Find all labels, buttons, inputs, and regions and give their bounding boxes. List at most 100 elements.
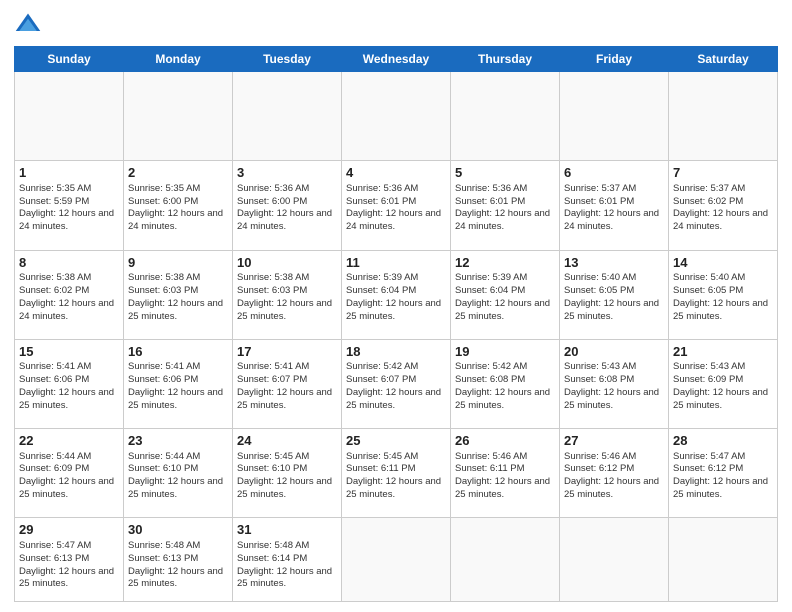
cell-content: 25Sunrise: 5:45 AMSunset: 6:11 PMDayligh… — [346, 432, 446, 502]
cell-content: 24Sunrise: 5:45 AMSunset: 6:10 PMDayligh… — [237, 432, 337, 502]
cell-content: 9Sunrise: 5:38 AMSunset: 6:03 PMDaylight… — [128, 254, 228, 324]
table-row: 28Sunrise: 5:47 AMSunset: 6:12 PMDayligh… — [669, 429, 778, 518]
daylight-text: Daylight: 12 hours and 25 minutes. — [564, 298, 659, 322]
table-row: 24Sunrise: 5:45 AMSunset: 6:10 PMDayligh… — [233, 429, 342, 518]
daylight-text: Daylight: 12 hours and 24 minutes. — [673, 208, 768, 232]
table-row: 11Sunrise: 5:39 AMSunset: 6:04 PMDayligh… — [342, 250, 451, 339]
day-number: 26 — [455, 432, 555, 450]
col-thursday: Thursday — [451, 47, 560, 72]
daylight-text: Daylight: 12 hours and 25 minutes. — [19, 387, 114, 411]
day-number: 3 — [237, 164, 337, 182]
daylight-text: Daylight: 12 hours and 25 minutes. — [237, 476, 332, 500]
daylight-text: Daylight: 12 hours and 25 minutes. — [346, 476, 441, 500]
table-row: 19Sunrise: 5:42 AM Sunset: 6:08 PM Dayligh… — [451, 339, 560, 428]
table-row: 21Sunrise: 5:43 AMSunset: 6:09 PMDayligh… — [669, 339, 778, 428]
sunset-text: Sunset: 6:03 PM — [237, 285, 307, 296]
col-wednesday: Wednesday — [342, 47, 451, 72]
cell-content: 4Sunrise: 5:36 AMSunset: 6:01 PMDaylight… — [346, 164, 446, 234]
sunrise-text: Sunrise: 5:39 AM — [455, 272, 527, 283]
cell-content: 28Sunrise: 5:47 AMSunset: 6:12 PMDayligh… — [673, 432, 773, 502]
table-row: 27Sunrise: 5:46 AMSunset: 6:12 PMDayligh… — [560, 429, 669, 518]
logo — [14, 10, 46, 38]
sunrise-text: Sunrise: 5:41 AM — [19, 361, 91, 372]
page: Sunday Monday Tuesday Wednesday Thursday… — [0, 0, 792, 612]
sunrise-text: Sunrise: 5:39 AM — [346, 272, 418, 283]
cell-content: 23Sunrise: 5:44 AMSunset: 6:10 PMDayligh… — [128, 432, 228, 502]
sunset-text: Sunset: 6:08 PM — [455, 374, 525, 385]
cell-content: 11Sunrise: 5:39 AMSunset: 6:04 PMDayligh… — [346, 254, 446, 324]
sunrise-text: Sunrise: 5:36 AM — [455, 183, 527, 194]
cell-content: 8Sunrise: 5:38 AMSunset: 6:02 PMDaylight… — [19, 254, 119, 324]
table-row: 20Sunrise: 5:43 AMSunset: 6:08 PMDayligh… — [560, 339, 669, 428]
sunrise-text: Sunrise: 5:43 AM — [673, 361, 745, 372]
daylight-text: Daylight: 12 hours and 25 minutes. — [19, 566, 114, 590]
daylight-text: Daylight: 12 hours and 25 minutes. — [346, 387, 441, 411]
daylight-text: Daylight: 12 hours and 25 minutes. — [237, 387, 332, 411]
day-number: 21 — [673, 343, 773, 361]
logo-icon — [14, 10, 42, 38]
col-monday: Monday — [124, 47, 233, 72]
cell-content: 27Sunrise: 5:46 AMSunset: 6:12 PMDayligh… — [564, 432, 664, 502]
sunrise-text: Sunrise: 5:38 AM — [19, 272, 91, 283]
sunrise-text: Sunrise: 5:47 AM — [19, 540, 91, 551]
table-row: 9Sunrise: 5:38 AMSunset: 6:03 PMDaylight… — [124, 250, 233, 339]
daylight-text: Daylight: 12 hours and 24 minutes. — [455, 208, 550, 232]
table-row — [560, 518, 669, 602]
day-number: 28 — [673, 432, 773, 450]
table-row: 8Sunrise: 5:38 AMSunset: 6:02 PMDaylight… — [15, 250, 124, 339]
sunrise-text: Sunrise: 5:48 AM — [237, 540, 309, 551]
sunrise-text: Sunrise: 5:45 AM — [346, 451, 418, 462]
calendar-week-row: 15Sunrise: 5:41 AMSunset: 6:06 PMDayligh… — [15, 339, 778, 428]
sunrise-text: Sunrise: 5:41 AM — [128, 361, 200, 372]
day-number: 4 — [346, 164, 446, 182]
sunrise-text: Sunrise: 5:36 AM — [237, 183, 309, 194]
cell-content: 29Sunrise: 5:47 AMSunset: 6:13 PMDayligh… — [19, 521, 119, 591]
sunset-text: Sunset: 6:08 PM — [564, 374, 634, 385]
sunrise-text: Sunrise: 5:48 AM — [128, 540, 200, 551]
table-row: 3Sunrise: 5:36 AMSunset: 6:00 PMDaylight… — [233, 161, 342, 250]
daylight-text: Daylight: 12 hours and 25 minutes. — [455, 476, 550, 500]
table-row: 18Sunrise: 5:42 AMSunset: 6:07 PMDayligh… — [342, 339, 451, 428]
table-row — [669, 72, 778, 161]
day-number: 19 — [455, 343, 555, 361]
day-number: 8 — [19, 254, 119, 272]
day-number: 16 — [128, 343, 228, 361]
table-row: 16Sunrise: 5:41 AMSunset: 6:06 PMDayligh… — [124, 339, 233, 428]
calendar-header-row: Sunday Monday Tuesday Wednesday Thursday… — [15, 47, 778, 72]
sunset-text: Sunset: 6:12 PM — [564, 463, 634, 474]
header — [14, 10, 778, 38]
daylight-text: Daylight: 12 hours and 25 minutes. — [455, 387, 550, 411]
table-row: 7Sunrise: 5:37 AMSunset: 6:02 PMDaylight… — [669, 161, 778, 250]
sunrise-text: Sunrise: 5:44 AM — [128, 451, 200, 462]
sunset-text: Sunset: 6:10 PM — [128, 463, 198, 474]
sunrise-text: Sunrise: 5:37 AM — [564, 183, 636, 194]
sunset-text: Sunset: 6:10 PM — [237, 463, 307, 474]
col-friday: Friday — [560, 47, 669, 72]
sunrise-text: Sunrise: 5:42 AM — [455, 361, 527, 372]
sunset-text: Sunset: 6:01 PM — [455, 196, 525, 207]
sunset-text: Sunset: 6:09 PM — [673, 374, 743, 385]
table-row: 1Sunrise: 5:35 AMSunset: 5:59 PMDaylight… — [15, 161, 124, 250]
day-number: 22 — [19, 432, 119, 450]
table-row: 6Sunrise: 5:37 AMSunset: 6:01 PMDaylight… — [560, 161, 669, 250]
daylight-text: Daylight: 12 hours and 24 minutes. — [346, 208, 441, 232]
day-number: 25 — [346, 432, 446, 450]
cell-content: 19Sunrise: 5:42 AM Sunset: 6:08 PM Dayligh… — [455, 343, 555, 413]
cell-content: 18Sunrise: 5:42 AMSunset: 6:07 PMDayligh… — [346, 343, 446, 413]
sunrise-text: Sunrise: 5:37 AM — [673, 183, 745, 194]
day-number: 5 — [455, 164, 555, 182]
table-row — [233, 72, 342, 161]
day-number: 24 — [237, 432, 337, 450]
sunset-text: Sunset: 6:07 PM — [237, 374, 307, 385]
sunrise-text: Sunrise: 5:36 AM — [346, 183, 418, 194]
sunset-text: Sunset: 6:06 PM — [128, 374, 198, 385]
table-row: 26Sunrise: 5:46 AMSunset: 6:11 PMDayligh… — [451, 429, 560, 518]
sunset-text: Sunset: 6:12 PM — [673, 463, 743, 474]
daylight-text: Daylight: 12 hours and 25 minutes. — [564, 476, 659, 500]
table-row — [669, 518, 778, 602]
sunset-text: Sunset: 6:01 PM — [564, 196, 634, 207]
cell-content: 3Sunrise: 5:36 AMSunset: 6:00 PMDaylight… — [237, 164, 337, 234]
daylight-text: Daylight: 12 hours and 25 minutes. — [19, 476, 114, 500]
daylight-text: Daylight: 12 hours and 25 minutes. — [128, 476, 223, 500]
daylight-text: Daylight: 12 hours and 24 minutes. — [128, 208, 223, 232]
